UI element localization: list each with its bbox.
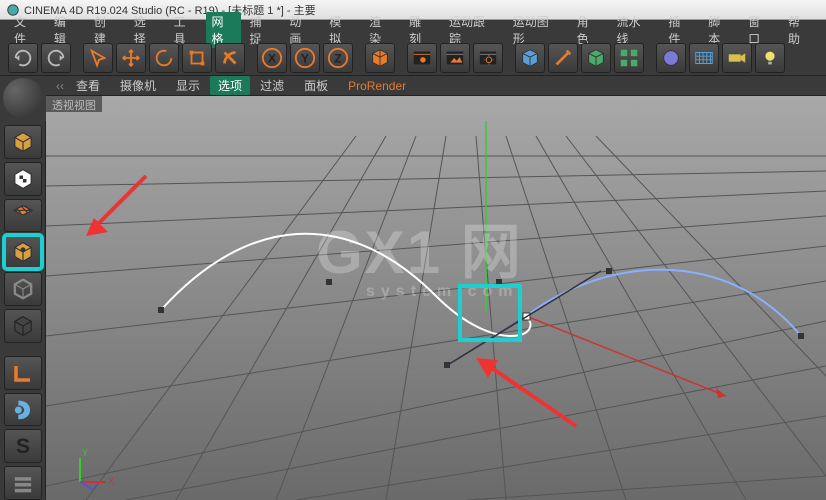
spline-segment-left	[161, 234, 530, 336]
view-menu-options[interactable]: 选项	[210, 76, 250, 95]
model-mode-button[interactable]	[4, 162, 42, 196]
left-toolbar: S	[0, 121, 46, 500]
view-menu-display[interactable]: 显示	[166, 75, 210, 96]
view-menu-camera[interactable]: 摄像机	[110, 75, 166, 96]
camera-button[interactable]	[722, 43, 752, 73]
undo-button[interactable]	[8, 43, 38, 73]
spline-pen-button[interactable]	[548, 43, 578, 73]
axis-mode-button[interactable]	[4, 356, 42, 390]
view-menu-view[interactable]: 查看	[66, 75, 110, 96]
view-menu-panel[interactable]: 面板	[294, 75, 338, 96]
svg-text:Z: Z	[92, 482, 98, 490]
make-editable-button[interactable]	[4, 125, 42, 159]
perspective-viewport[interactable]: GX1 网 system.com Y X Z	[46, 96, 826, 500]
snap-button[interactable]: S	[4, 429, 42, 463]
render-settings-button[interactable]	[473, 43, 503, 73]
scale-button[interactable]	[182, 43, 212, 73]
last-tool-button[interactable]	[215, 43, 245, 73]
generator-button[interactable]	[581, 43, 611, 73]
viewport-label: 透视视图	[46, 96, 102, 112]
svg-text:S: S	[15, 435, 29, 458]
primitive-cube-button[interactable]	[365, 43, 395, 73]
render-picture-button[interactable]	[440, 43, 470, 73]
rotate-button[interactable]	[149, 43, 179, 73]
environment-button[interactable]	[689, 43, 719, 73]
main-toolbar: X Y Z	[0, 40, 826, 76]
axis-y-button[interactable]: Y	[290, 43, 320, 73]
move-button[interactable]	[116, 43, 146, 73]
edge-mode-button[interactable]	[4, 309, 42, 343]
navigation-sphere-icon[interactable]	[3, 78, 43, 118]
light-button[interactable]	[755, 43, 785, 73]
axis-gizmo: Y X Z	[72, 446, 116, 490]
workplane-button[interactable]	[4, 466, 42, 500]
viewport-grid	[46, 96, 826, 500]
svg-text:Z: Z	[334, 51, 341, 65]
svg-text:Y: Y	[301, 51, 309, 65]
texture-mode-button[interactable]	[4, 199, 42, 233]
svg-text:X: X	[108, 476, 114, 486]
redo-button[interactable]	[41, 43, 71, 73]
deformer-button[interactable]	[656, 43, 686, 73]
view-menu-filter[interactable]: 过滤	[250, 75, 294, 96]
point-mode-button[interactable]	[4, 272, 42, 306]
axis-z-button[interactable]: Z	[323, 43, 353, 73]
object-mode-button[interactable]	[4, 235, 42, 269]
axis-x-button[interactable]: X	[257, 43, 287, 73]
left-header	[0, 76, 46, 121]
menu-help[interactable]: 帮助	[780, 11, 820, 49]
menu-bar: 文件 编辑 创建 选择 工具 网格 捕捉 动画 模拟 渲染 雕刻 运动跟踪 运动…	[0, 20, 826, 40]
viewport-collapse-icon[interactable]: ‹‹	[54, 79, 66, 93]
svg-text:Y: Y	[82, 448, 88, 458]
svg-text:X: X	[268, 51, 276, 65]
live-select-button[interactable]	[83, 43, 113, 73]
cube-blue-button[interactable]	[515, 43, 545, 73]
render-view-button[interactable]	[407, 43, 437, 73]
spline-segment-right	[526, 270, 801, 336]
view-menu-prorender[interactable]: ProRender	[338, 77, 416, 95]
viewport-solo-button[interactable]	[4, 393, 42, 427]
viewport-menubar: ‹‹ 查看 摄像机 显示 选项 过滤 面板 ProRender	[46, 76, 826, 96]
array-button[interactable]	[614, 43, 644, 73]
